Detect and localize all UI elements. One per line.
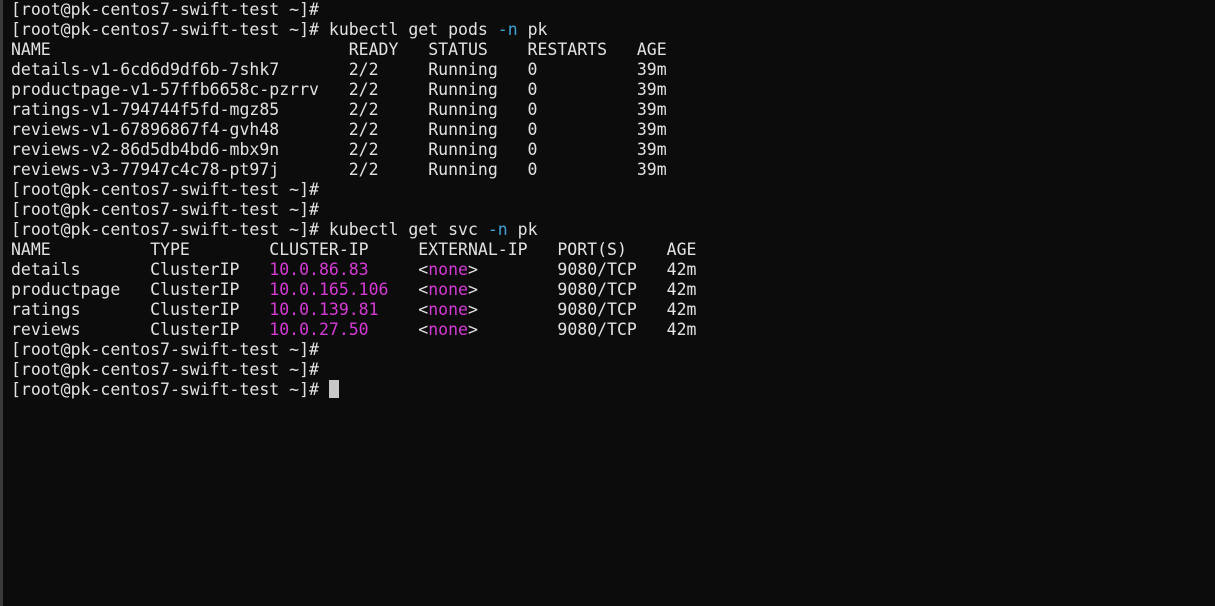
terminal-text-segment: -n bbox=[487, 220, 508, 239]
terminal-line: NAME TYPE CLUSTER-IP EXTERNAL-IP PORT(S)… bbox=[11, 240, 696, 260]
terminal-text-segment: [root@pk-centos7-swift-test ~]# bbox=[11, 340, 319, 359]
terminal-text-segment: < bbox=[368, 260, 429, 279]
terminal-text-segment: [root@pk-centos7-swift-test ~]# kubectl … bbox=[11, 20, 498, 39]
terminal-text-segment: 10.0.27.50 bbox=[269, 320, 369, 339]
terminal-text-segment: ratings-v1-794744f5fd-mgz85 2/2 Running … bbox=[11, 100, 667, 119]
terminal-line: reviews-v1-67896867f4-gvh48 2/2 Running … bbox=[11, 120, 696, 140]
terminal-window[interactable]: [root@pk-centos7-swift-test ~]# [root@pk-… bbox=[0, 0, 1215, 606]
terminal-text-segment: none bbox=[428, 320, 468, 339]
terminal-text-segment: < bbox=[388, 280, 429, 299]
terminal-text-segment: [root@pk-centos7-swift-test ~]# bbox=[11, 180, 319, 199]
terminal-text-segment: none bbox=[428, 280, 468, 299]
terminal-text-segment: 10.0.165.106 bbox=[269, 280, 389, 299]
terminal-line: details-v1-6cd6d9df6b-7shk7 2/2 Running … bbox=[11, 60, 696, 80]
terminal-line: [root@pk-centos7-swift-test ~]# kubectl … bbox=[11, 20, 696, 40]
terminal-text-segment: ratings ClusterIP bbox=[11, 300, 270, 319]
terminal-text-segment: > 9080/TCP 42m bbox=[467, 320, 697, 339]
terminal-text-segment: pk bbox=[507, 220, 538, 239]
terminal-line: productpage-v1-57ffb6658c-pzrrv 2/2 Runn… bbox=[11, 80, 696, 100]
terminal-text-segment: 10.0.139.81 bbox=[269, 300, 379, 319]
terminal-text-segment: 10.0.86.83 bbox=[269, 260, 369, 279]
terminal-line: NAME READY STATUS RESTARTS AGE bbox=[11, 40, 696, 60]
terminal-text-segment: reviews ClusterIP bbox=[11, 320, 270, 339]
terminal-line: reviews-v2-86d5db4bd6-mbx9n 2/2 Running … bbox=[11, 140, 696, 160]
terminal-text-segment: > 9080/TCP 42m bbox=[467, 260, 697, 279]
terminal-text-segment: details-v1-6cd6d9df6b-7shk7 2/2 Running … bbox=[11, 60, 667, 79]
terminal-text-segment: [root@pk-centos7-swift-test ~]# kubectl … bbox=[11, 220, 488, 239]
terminal-line: ratings ClusterIP 10.0.139.81 <none> 908… bbox=[11, 300, 696, 320]
terminal-text-segment: < bbox=[378, 300, 429, 319]
terminal-text-segment: reviews-v2-86d5db4bd6-mbx9n 2/2 Running … bbox=[11, 140, 667, 159]
terminal-line: [root@pk-centos7-swift-test ~]# kubectl … bbox=[11, 220, 696, 240]
terminal-line: [root@pk-centos7-swift-test ~]# bbox=[11, 360, 696, 380]
terminal-line: reviews-v3-77947c4c78-pt97j 2/2 Running … bbox=[11, 160, 696, 180]
terminal-line: reviews ClusterIP 10.0.27.50 <none> 9080… bbox=[11, 320, 696, 340]
terminal-text-segment: reviews-v1-67896867f4-gvh48 2/2 Running … bbox=[11, 120, 667, 139]
terminal-text-segment: > 9080/TCP 42m bbox=[468, 280, 697, 299]
terminal-text-segment: none bbox=[428, 260, 468, 279]
terminal-line: productpage ClusterIP 10.0.165.106 <none… bbox=[11, 280, 696, 300]
text-cursor[interactable] bbox=[328, 380, 339, 398]
terminal-line: [root@pk-centos7-swift-test ~]# bbox=[11, 200, 696, 220]
terminal-line: details ClusterIP 10.0.86.83 <none> 9080… bbox=[11, 260, 696, 280]
terminal-line: [root@pk-centos7-swift-test ~]# bbox=[11, 0, 696, 20]
terminal-text-segment: [root@pk-centos7-swift-test ~]# bbox=[11, 200, 319, 219]
terminal-text-segment: [root@pk-centos7-swift-test ~]# bbox=[11, 360, 319, 379]
terminal-output: [root@pk-centos7-swift-test ~]# [root@pk-… bbox=[11, 0, 696, 400]
terminal-text-segment: -n bbox=[497, 20, 518, 39]
terminal-text-segment: [root@pk-centos7-swift-test ~]# bbox=[11, 380, 329, 399]
terminal-text-segment: < bbox=[368, 320, 429, 339]
terminal-text-segment: NAME TYPE CLUSTER-IP EXTERNAL-IP PORT(S)… bbox=[11, 240, 697, 259]
terminal-line: [root@pk-centos7-swift-test ~]# bbox=[11, 380, 696, 400]
terminal-text-segment: productpage-v1-57ffb6658c-pzrrv 2/2 Runn… bbox=[11, 80, 667, 99]
terminal-text-segment: reviews-v3-77947c4c78-pt97j 2/2 Running … bbox=[11, 160, 667, 179]
terminal-text-segment: none bbox=[428, 300, 468, 319]
terminal-text-segment: pk bbox=[517, 20, 548, 39]
terminal-line: [root@pk-centos7-swift-test ~]# bbox=[11, 340, 696, 360]
terminal-text-segment: > 9080/TCP 42m bbox=[467, 300, 697, 319]
terminal-text-segment: productpage ClusterIP bbox=[11, 280, 270, 299]
terminal-text-segment: NAME READY STATUS RESTARTS AGE bbox=[11, 40, 667, 59]
terminal-line: [root@pk-centos7-swift-test ~]# bbox=[11, 180, 696, 200]
terminal-line: ratings-v1-794744f5fd-mgz85 2/2 Running … bbox=[11, 100, 696, 120]
terminal-text-segment: [root@pk-centos7-swift-test ~]# bbox=[11, 0, 319, 19]
terminal-text-segment: details ClusterIP bbox=[11, 260, 270, 279]
